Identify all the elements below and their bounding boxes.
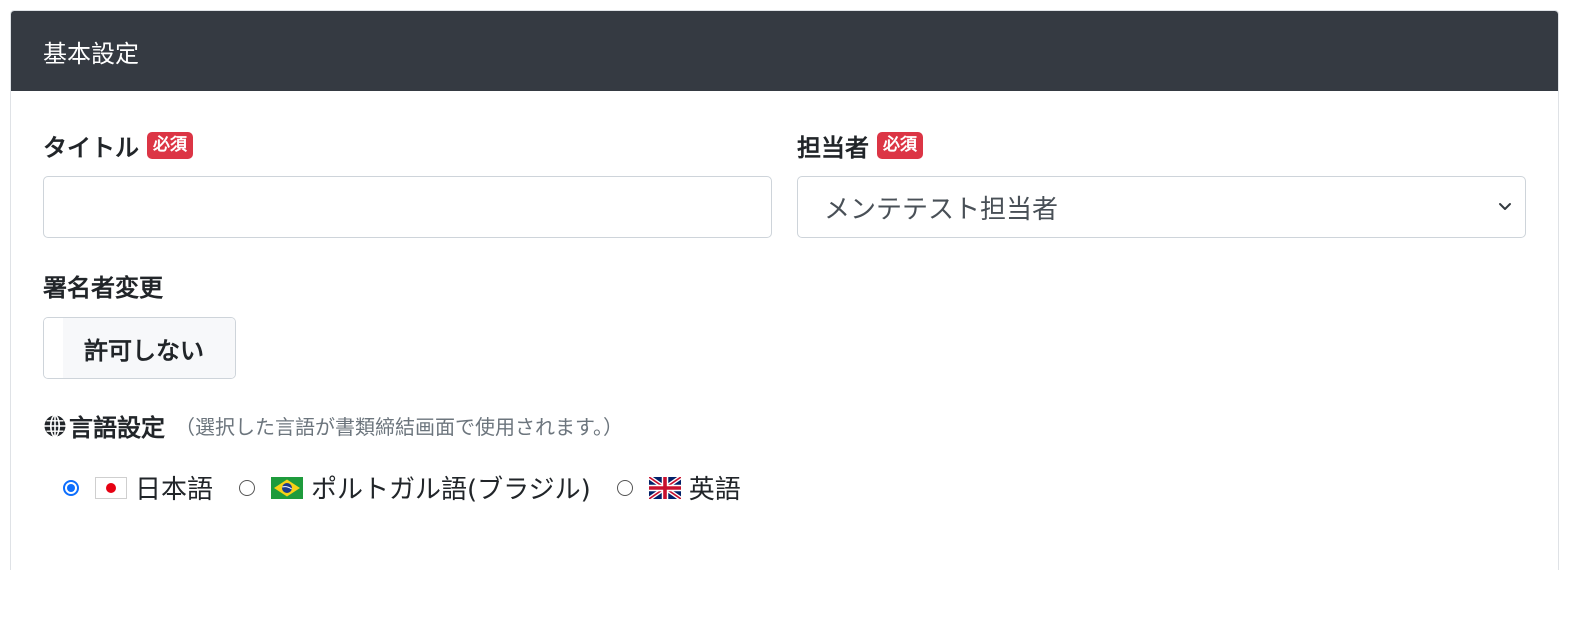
signer-change-toggle[interactable]: 許可しない [43,317,236,379]
toggle-label: 許可しない [63,318,235,378]
chevron-down-icon [1499,203,1511,210]
title-label-group: タイトル 必須 [43,128,193,163]
title-label: タイトル [43,134,139,162]
language-option-english[interactable]: 英語 [616,469,741,506]
language-label: 言語設定 [69,414,165,442]
basic-settings-card: 基本設定 タイトル 必須 担当者 必須 メンテテスト担当者 署名者変更 許可しな… [10,10,1559,570]
language-heading: 言語設定 （選択した言語が書類締結画面で使用されます。） [43,408,623,443]
radio-japanese[interactable] [63,479,79,496]
brazil-flag-icon [271,476,304,499]
language-hint: （選択した言語が書類締結画面で使用されます。） [175,415,623,439]
option-label: 日本語 [135,475,214,505]
japan-flag-icon [95,476,127,499]
assignee-selected-value: メンテテスト担当者 [824,194,1059,225]
globe-icon [44,414,66,437]
signer-change-label-group: 署名者変更 [43,268,163,303]
card-header: 基本設定 [11,11,1558,91]
assignee-select[interactable]: メンテテスト担当者 [797,176,1526,238]
uk-flag-icon [648,476,681,499]
language-radio-group: 日本語 ポルトガル語(ブラジル) 英語 [63,469,767,506]
radio-english[interactable] [616,479,633,496]
option-label: 英語 [688,475,741,505]
title-input[interactable] [43,176,772,238]
signer-change-label: 署名者変更 [43,274,163,302]
language-option-japanese[interactable]: 日本語 [63,469,213,506]
language-option-portuguese[interactable]: ポルトガル語(ブラジル) [239,469,591,506]
assignee-label: 担当者 [797,134,869,162]
card-title: 基本設定 [43,39,139,68]
required-badge: 必須 [877,131,923,160]
toggle-slot [44,318,63,378]
radio-portuguese[interactable] [239,479,256,496]
assignee-label-group: 担当者 必須 [797,128,923,163]
option-label: ポルトガル語(ブラジル) [311,475,591,505]
required-badge: 必須 [147,131,193,160]
